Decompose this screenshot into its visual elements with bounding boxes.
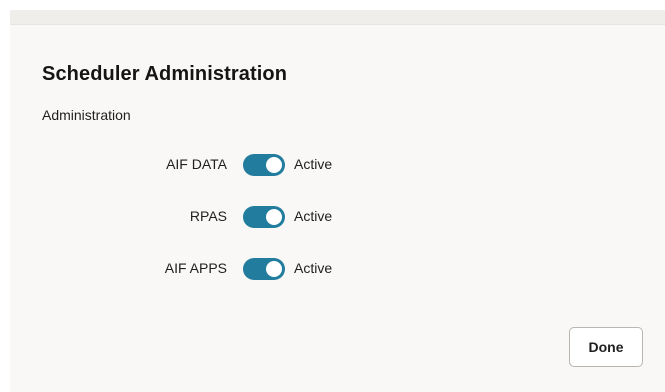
aif-apps-switch[interactable]	[243, 258, 285, 280]
dialog-title: Scheduler Administration	[42, 63, 288, 85]
dialog-top-bar	[10, 10, 665, 25]
done-button[interactable]: Done	[569, 327, 643, 367]
switch-state-aif-apps: Active	[294, 260, 333, 276]
toggle-label-aif-data: AIF DATA	[166, 156, 227, 172]
toggle-label-rpas: RPAS	[189, 208, 227, 224]
toggle-row-aif-apps: AIF APPS Active	[10, 256, 665, 282]
switch-state-rpas: Active	[294, 208, 333, 224]
switch-state-aif-data: Active	[294, 156, 333, 172]
toggle-knob-icon	[266, 261, 282, 277]
toggle-knob-icon	[266, 209, 282, 225]
section-label-administration: Administration	[42, 107, 131, 123]
toggle-row-aif-data: AIF DATA Active	[10, 152, 665, 178]
aif-data-switch[interactable]	[243, 154, 285, 176]
scheduler-administration-dialog: Scheduler Administration Administration …	[10, 10, 665, 392]
toggle-knob-icon	[266, 157, 282, 173]
rpas-switch[interactable]	[243, 206, 285, 228]
toggle-row-rpas: RPAS Active	[10, 204, 665, 230]
toggle-label-aif-apps: AIF APPS	[164, 260, 227, 276]
